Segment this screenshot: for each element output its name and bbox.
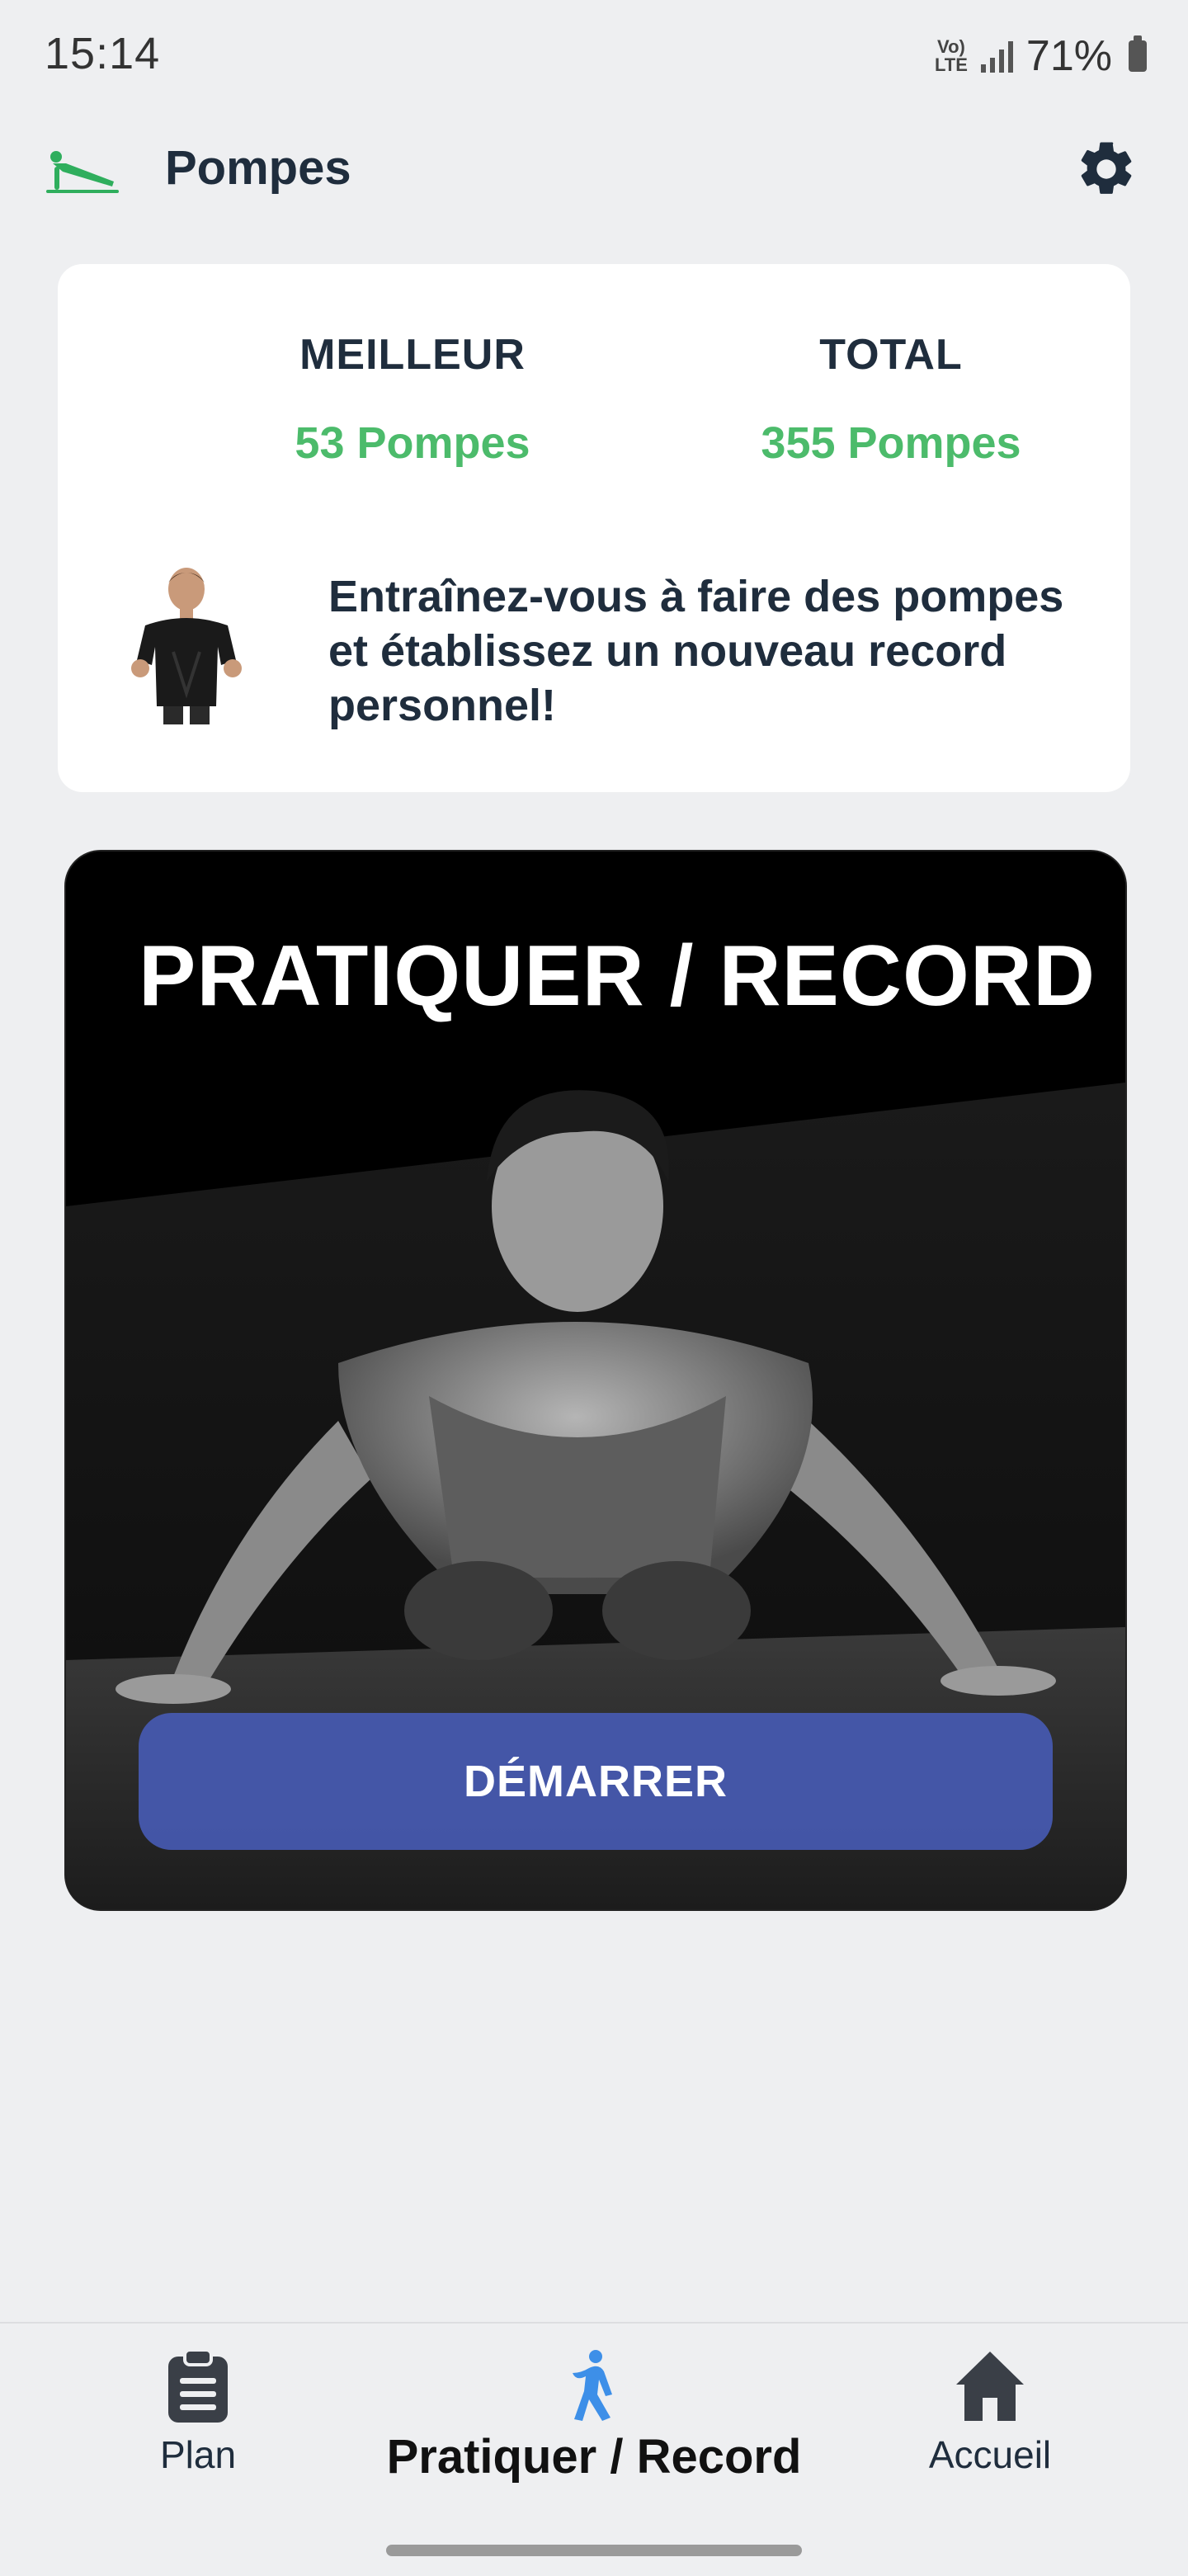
best-stat: MEILLEUR 53 Pompes <box>206 330 619 469</box>
status-time: 15:14 <box>45 29 161 78</box>
bottom-navigation: Plan Pratiquer / Record Accueil <box>0 2322 1188 2576</box>
start-button[interactable]: DÉMARRER <box>139 1713 1053 1850</box>
home-indicator[interactable] <box>386 2545 802 2556</box>
total-value: 355 Pompes <box>761 418 1021 468</box>
nav-item-home[interactable]: Accueil <box>891 2348 1089 2477</box>
battery-icon <box>1129 35 1147 72</box>
signal-icon <box>980 40 1013 73</box>
nav-item-practice[interactable]: Pratiquer / Record <box>363 2348 825 2484</box>
practice-card[interactable]: PRATIQUER / RECORD DÉMARRER <box>64 850 1127 1911</box>
total-label: TOTAL <box>819 331 963 379</box>
status-bar: 15:14 Vo) LTE 71% <box>0 0 1188 116</box>
gear-icon[interactable] <box>1074 137 1138 201</box>
battery-level: 71% <box>1025 32 1112 80</box>
nav-label-home: Accueil <box>928 2433 1052 2476</box>
clipboard-icon <box>168 2348 228 2423</box>
app-bar: Pompes <box>0 124 1188 215</box>
coach-avatar <box>131 568 242 724</box>
page-title: Pompes <box>165 141 351 195</box>
nav-label-practice: Pratiquer / Record <box>386 2430 802 2484</box>
volte-icon: Vo) LTE <box>935 36 968 75</box>
total-stat: TOTAL 355 Pompes <box>685 330 1097 469</box>
home-icon <box>956 2352 1024 2421</box>
nav-item-plan[interactable]: Plan <box>116 2348 280 2477</box>
practice-title: PRATIQUER / RECORD <box>139 928 1096 1024</box>
motivation-text: Entraînez-vous à faire des pompes et éta… <box>328 572 1064 730</box>
best-label: MEILLEUR <box>299 331 526 379</box>
exercise-person-icon <box>573 2350 612 2421</box>
stats-card: MEILLEUR 53 Pompes TOTAL 355 Pompes Entr… <box>58 264 1130 792</box>
best-value: 53 Pompes <box>295 418 530 468</box>
status-indicators: Vo) LTE 71% <box>935 31 1147 81</box>
nav-label-plan: Plan <box>159 2433 237 2476</box>
pushup-icon <box>46 151 119 193</box>
